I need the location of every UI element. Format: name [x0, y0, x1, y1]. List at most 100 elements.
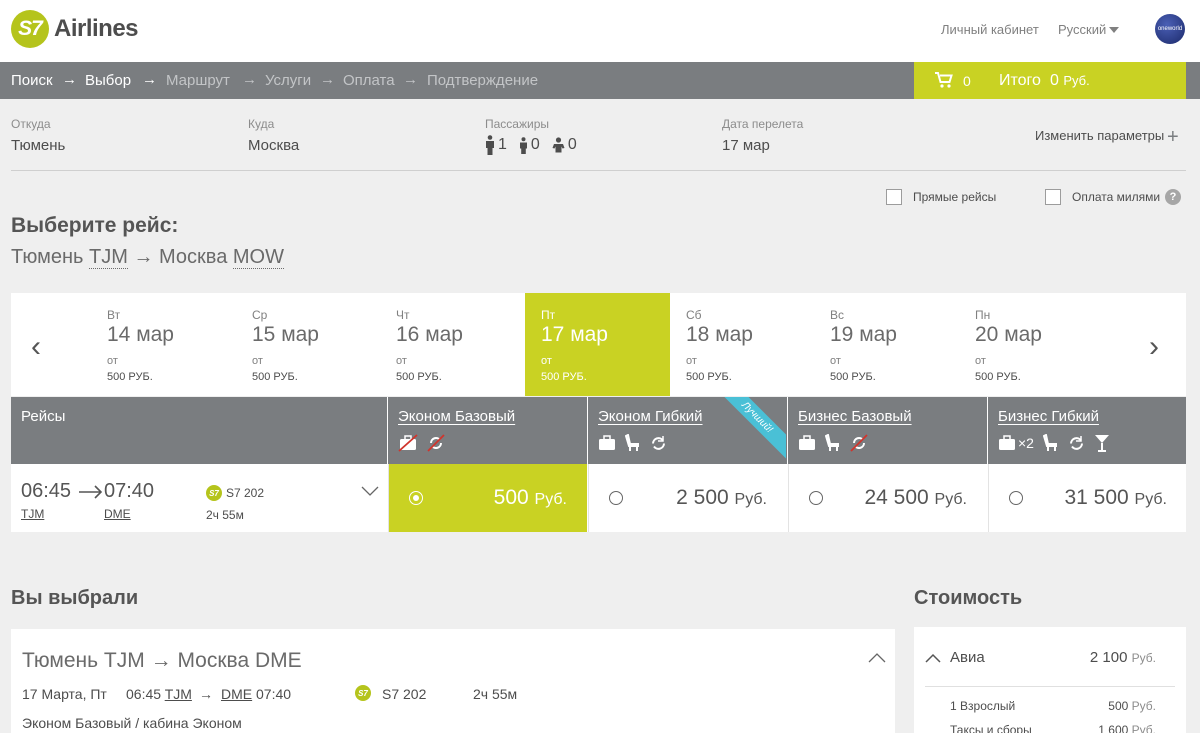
- date-option[interactable]: Сб 18 мар от 500 РУБ.: [670, 293, 815, 396]
- flight-duration: 2ч 55м: [206, 508, 244, 522]
- flight-info[interactable]: 06:45 07:40 TJM DME S7 S7 202 2ч 55м: [11, 464, 388, 532]
- from-label: Откуда: [11, 117, 51, 131]
- date-carousel: ‹ Вт 14 мар от 500 РУБ. Ср 15 мар от 500 РУБ. …: [11, 293, 1186, 396]
- avia-label: Авиа: [950, 649, 985, 666]
- date-option[interactable]: Ср 15 мар от 500 РУБ.: [236, 293, 381, 396]
- pay-miles-checkbox[interactable]: Оплата милями?: [1045, 189, 1182, 205]
- adult-icon: [486, 135, 494, 155]
- step-arrow-icon: →: [142, 71, 157, 88]
- chevron-down-icon[interactable]: [361, 486, 379, 496]
- selected-cabin: Эконом Базовый / кабина Эконом: [22, 715, 242, 731]
- selected-duration: 2ч 55м: [473, 686, 518, 702]
- page-title: Выберите рейс:: [11, 214, 179, 237]
- step-confirmation: Подтверждение: [427, 72, 539, 89]
- arrow-right-icon: →: [199, 686, 213, 702]
- s7-badge-icon: S7: [206, 485, 222, 501]
- checkbox-box[interactable]: [1045, 189, 1061, 205]
- baggage-icon: [599, 435, 615, 450]
- cart-count: 0: [963, 73, 971, 89]
- change-params-link[interactable]: Изменить параметры: [1035, 128, 1164, 143]
- route-title: Тюмень TJM → Москва MOW: [11, 246, 284, 269]
- to-label: Куда: [248, 117, 275, 131]
- fare-name[interactable]: Бизнес Гибкий: [998, 408, 1186, 425]
- date-option[interactable]: Вт 14 мар от 500 РУБ.: [91, 293, 236, 396]
- adults-count: 1: [498, 136, 507, 153]
- divider: [11, 170, 1186, 171]
- chevron-down-icon: [1109, 27, 1120, 33]
- fare-option-economy-flex[interactable]: 2 500 Руб.: [588, 464, 787, 532]
- seat-icon: [825, 434, 839, 451]
- help-icon[interactable]: ?: [1165, 189, 1182, 205]
- to-code[interactable]: MOW: [232, 246, 284, 269]
- pax-label: Пассажиры: [485, 117, 550, 131]
- dep-airport[interactable]: TJM: [21, 507, 44, 521]
- date-value: 17 мар: [722, 137, 770, 154]
- fare-radio[interactable]: [809, 491, 823, 505]
- fare-economy-flex-header: Эконом Гибкий Лучший!: [587, 397, 786, 464]
- fare-name[interactable]: Эконом Базовый: [398, 408, 586, 425]
- cost-line-label: 1 Взрослый: [950, 699, 1016, 713]
- fare-radio[interactable]: [609, 491, 623, 505]
- chevron-up-icon[interactable]: [868, 653, 886, 663]
- chevron-right-icon[interactable]: ›: [1149, 330, 1159, 364]
- selected-title: Вы выбрали: [11, 587, 139, 609]
- arr-airport[interactable]: DME: [104, 507, 131, 521]
- date-option-selected[interactable]: Пт 17 мар от 500 РУБ.: [525, 293, 670, 396]
- date-option[interactable]: Чт 16 мар от 500 РУБ.: [380, 293, 525, 396]
- language-select[interactable]: Русский: [1058, 22, 1120, 37]
- fare-option-economy-basic[interactable]: 500 Руб.: [388, 464, 587, 532]
- cart-icon: [935, 72, 953, 88]
- fare-business-flex-header: Бизнес Гибкий ×2: [987, 397, 1186, 464]
- checkbox-box[interactable]: [886, 189, 902, 205]
- plus-icon[interactable]: +: [1167, 126, 1179, 149]
- from-code[interactable]: TJM: [89, 246, 128, 269]
- s7-logo[interactable]: S7 Airlines: [11, 10, 139, 48]
- arrow-right-icon: [79, 485, 103, 499]
- fare-price: 31 500 Руб.: [1064, 486, 1167, 509]
- seat-icon: [1042, 434, 1057, 451]
- fare-business-basic-header: Бизнес Базовый: [787, 397, 986, 464]
- fare-economy-basic-header: Эконом Базовый: [387, 397, 586, 464]
- step-arrow-icon: →: [242, 71, 257, 88]
- date-param: Дата перелета 17 мар: [722, 117, 803, 154]
- flight-number: S7 202: [226, 486, 265, 500]
- selected-arr: DME 07:40: [221, 686, 292, 702]
- step-route: Маршрут: [166, 72, 230, 89]
- date-option[interactable]: Пн 20 мар от 500 РУБ.: [959, 293, 1104, 396]
- step-search[interactable]: Поиск: [11, 72, 53, 89]
- selected-flight-number: S7 202: [382, 686, 427, 702]
- top-header: S7 Airlines Личный кабинет Русский onewo…: [0, 0, 1200, 62]
- baggage-icon: [799, 435, 815, 450]
- selected-flight-card: Тюмень TJM → Москва DME 17 Марта, Пт 06:…: [11, 629, 895, 733]
- fare-option-business-flex[interactable]: 31 500 Руб.: [988, 464, 1187, 532]
- oneworld-logo: oneworld: [1155, 14, 1185, 44]
- no-baggage-icon: [398, 434, 418, 452]
- from-param: Откуда Тюмень: [11, 117, 65, 154]
- seat-icon: [625, 434, 639, 451]
- date-option[interactable]: Вс 19 мар от 500 РУБ.: [814, 293, 959, 396]
- no-refund-icon: [850, 434, 868, 452]
- direct-flights-label: Прямые рейсы: [913, 190, 997, 204]
- no-refund-icon: [427, 434, 445, 452]
- cost-line-amount: 500 Руб.: [1108, 699, 1156, 713]
- step-select: Выбор: [85, 72, 132, 89]
- best-ribbon: Лучший!: [712, 397, 786, 463]
- account-link[interactable]: Личный кабинет: [941, 22, 1039, 37]
- arrow-right-icon: →: [133, 246, 154, 268]
- cart-summary[interactable]: 0 Итого 0 Руб.: [914, 62, 1186, 99]
- refund-icon: [1069, 435, 1083, 450]
- language-label: Русский: [1058, 22, 1107, 37]
- fare-price: 500 Руб.: [493, 486, 567, 509]
- fare-name[interactable]: Бизнес Базовый: [798, 408, 986, 425]
- fare-radio[interactable]: [409, 491, 423, 505]
- step-arrow-icon: →: [62, 71, 77, 88]
- direct-flights-checkbox[interactable]: Прямые рейсы: [886, 189, 996, 205]
- selected-route: Тюмень TJM → Москва DME: [22, 649, 302, 672]
- chevron-up-icon[interactable]: [925, 653, 941, 663]
- child-icon: [519, 136, 527, 154]
- fare-radio[interactable]: [1009, 491, 1023, 505]
- fare-option-business-basic[interactable]: 24 500 Руб.: [788, 464, 987, 532]
- step-payment: Оплата: [343, 72, 395, 89]
- chevron-left-icon[interactable]: ‹: [31, 330, 41, 364]
- pax-param: Пассажиры 1 0 0: [485, 117, 589, 155]
